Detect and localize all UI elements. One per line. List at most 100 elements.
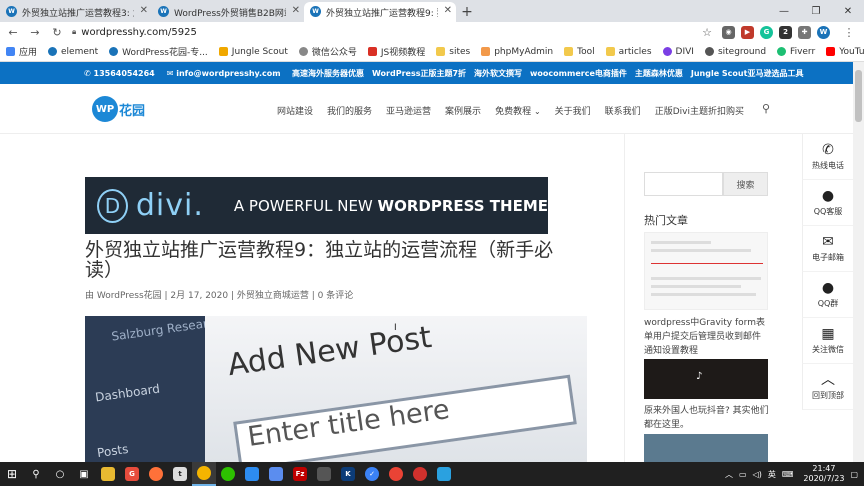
scrollbar-thumb[interactable] (855, 70, 862, 122)
chevron-up-icon[interactable]: ︿ (725, 469, 733, 480)
bookmark-folder-sites[interactable]: sites (436, 47, 470, 57)
float-qq-group[interactable]: ● QQ群 (802, 272, 853, 318)
bookmark-apps[interactable]: 应用 (6, 45, 37, 58)
task-view-icon[interactable]: ○ (48, 462, 72, 486)
browser-tab-3[interactable]: W 外贸独立站推广运营教程9: 独立 ✕ (304, 2, 456, 22)
video-extension-icon[interactable]: ▶ (741, 25, 754, 39)
volume-icon[interactable]: ◁) (753, 470, 762, 479)
bookmark-folder-tool[interactable]: Tool (564, 47, 595, 57)
search-input[interactable] (644, 172, 723, 196)
nav-item[interactable]: 亚马逊运营 (386, 104, 431, 117)
top-link[interactable]: Jungle Scout亚马逊选品工具 (691, 68, 804, 79)
app-icon[interactable] (432, 462, 456, 486)
app-icon[interactable] (384, 462, 408, 486)
forward-icon[interactable]: → (26, 23, 44, 41)
nav-item[interactable]: 联系我们 (605, 104, 641, 117)
extension-icon[interactable]: 2 (779, 25, 792, 39)
bookmark-folder-articles[interactable]: articles (605, 47, 652, 57)
clock[interactable]: 21:47 2020/7/23 (803, 464, 844, 484)
top-link[interactable]: 主题森林优惠 (635, 68, 683, 79)
hot-article-link[interactable]: wordpress中Gravity form表单用户提交后管理员收到邮件通知设置… (644, 316, 769, 358)
address-bar[interactable]: 🔒︎ wordpresshy.com/5925 (72, 24, 692, 40)
bookmark-element[interactable]: element (48, 47, 98, 57)
grammarly-extension-icon[interactable]: G (760, 25, 773, 39)
float-wechat[interactable]: ▦ 关注微信 (802, 318, 853, 364)
nav-item[interactable]: 我们的服务 (327, 104, 372, 117)
phpmyadmin-icon (481, 47, 491, 56)
float-back-to-top[interactable]: ︿ 回到顶部 (802, 364, 853, 410)
article-thumbnail[interactable]: ♪ (644, 359, 768, 399)
app-check-icon[interactable]: ✓ (360, 462, 384, 486)
bookmark-wordpress[interactable]: WordPress花园-专... (109, 45, 208, 58)
email-link[interactable]: ✉ info@wordpresshy.com (167, 69, 281, 78)
top-link[interactable]: 海外软文撰写 (474, 68, 522, 79)
close-window-icon[interactable]: ✕ (832, 0, 864, 22)
search-icon[interactable]: ⚲ (762, 102, 770, 117)
bookmark-jungle-scout[interactable]: Jungle Scout (218, 47, 288, 57)
bookmark-js-video[interactable]: JS视频教程 (367, 45, 425, 58)
top-link[interactable]: 高速海外服务器优惠 (292, 68, 364, 79)
bookmark-phpmyadmin[interactable]: phpMyAdmin (481, 47, 553, 57)
phone-link[interactable]: ✆ 13564054264 (84, 69, 155, 78)
minimize-icon[interactable]: — (768, 0, 800, 22)
profile-avatar-icon[interactable]: W (817, 25, 830, 39)
new-tab-button[interactable]: + (456, 2, 478, 22)
bookmark-wechat-mp[interactable]: 微信公众号 (298, 45, 357, 58)
hot-article-link[interactable]: 原来外国人也玩抖音? 其实他们都在这里。 (644, 404, 769, 432)
bookmark-youtube[interactable]: YouTube (826, 47, 864, 57)
app-k-icon[interactable]: K (336, 462, 360, 486)
start-button[interactable]: ⊞ (0, 462, 24, 486)
float-qq[interactable]: ● QQ客服 (802, 180, 853, 226)
site-logo[interactable]: WP 花园 (92, 96, 145, 122)
browser-tab-1[interactable]: W 外贸独立站推广运营教程3: 为什 ✕ (0, 2, 152, 22)
keyboard-icon[interactable]: ⌨ (782, 470, 794, 479)
nav-item[interactable]: 关于我们 (555, 104, 591, 117)
app-icon[interactable] (240, 462, 264, 486)
task-view-icon[interactable]: ▣ (72, 462, 96, 486)
close-tab-icon[interactable]: ✕ (444, 5, 452, 16)
close-tab-icon[interactable]: ✕ (140, 5, 148, 16)
top-link[interactable]: woocommerce电商插件 (530, 68, 627, 79)
divi-banner[interactable]: D divi. A POWERFUL NEW WORDPRESS THEME (85, 177, 548, 234)
reload-icon[interactable]: ↻ (48, 23, 66, 41)
star-icon[interactable]: ☆ (698, 23, 716, 41)
bookmark-fiverr[interactable]: Fiverr (777, 47, 815, 57)
search-icon[interactable]: ⚲ (24, 462, 48, 486)
file-explorer-icon[interactable] (96, 462, 120, 486)
menu-icon[interactable]: ⋮ (840, 23, 858, 41)
nav-item-dropdown[interactable]: 免费教程 ⌄ (495, 104, 541, 117)
close-tab-icon[interactable]: ✕ (292, 5, 300, 16)
top-link[interactable]: WordPress正版主题7折 (372, 68, 466, 79)
article-thumbnail[interactable] (644, 232, 768, 310)
float-phone[interactable]: ✆ 热线电话 (802, 134, 853, 180)
sidebar-search: 搜索 (644, 172, 768, 196)
browser-tab-2[interactable]: W WordPress外贸销售B2B网站 ✕ (152, 2, 304, 22)
bookmark-divi[interactable]: DIVI (662, 47, 694, 57)
camera-extension-icon[interactable]: ◉ (722, 25, 735, 39)
youtube-icon (826, 47, 836, 56)
back-icon[interactable]: ← (4, 23, 22, 41)
nav-item[interactable]: 正版Divi主题折扣购买 (655, 104, 744, 117)
maximize-icon[interactable]: ❐ (800, 0, 832, 22)
chrome-icon[interactable] (192, 462, 216, 486)
app-g-icon[interactable]: G (120, 462, 144, 486)
puzzle-extension-icon[interactable]: ✚ (798, 25, 811, 39)
app-icon[interactable] (312, 462, 336, 486)
nav-item[interactable]: 案例展示 (445, 104, 481, 117)
network-icon[interactable]: ▭ (739, 470, 747, 479)
nav-item[interactable]: 网站建设 (277, 104, 313, 117)
app-icon[interactable] (408, 462, 432, 486)
bookmark-siteground[interactable]: siteground (704, 47, 766, 57)
article-thumbnail[interactable] (644, 434, 768, 462)
search-button[interactable]: 搜索 (723, 172, 768, 196)
firefox-icon[interactable] (144, 462, 168, 486)
page-scrollbar[interactable] (853, 62, 864, 462)
float-email[interactable]: ✉ 电子邮箱 (802, 226, 853, 272)
banner-tagline: A POWERFUL NEW WORDPRESS THEME (233, 196, 548, 215)
app-t-icon[interactable]: t (168, 462, 192, 486)
app-icon[interactable] (264, 462, 288, 486)
wechat-icon[interactable] (216, 462, 240, 486)
filezilla-icon[interactable]: Fz (288, 462, 312, 486)
ime-indicator[interactable]: 英 (768, 469, 776, 480)
notification-icon[interactable]: ▢ (850, 470, 858, 479)
